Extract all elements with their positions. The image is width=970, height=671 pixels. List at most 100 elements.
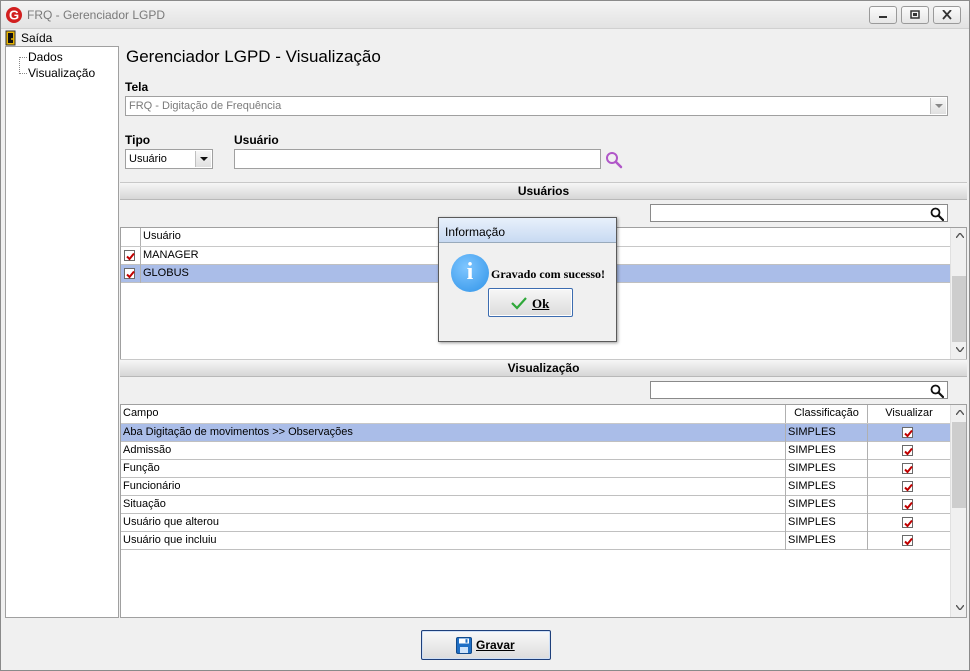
visualizacao-filter-input[interactable]	[650, 381, 948, 399]
tree-item-dados[interactable]: Dados	[28, 50, 63, 64]
navigation-tree: Dados Visualização	[5, 46, 119, 618]
row-visualizar-cell	[868, 424, 950, 442]
row-checkbox[interactable]	[124, 268, 135, 279]
checkmark-icon	[904, 447, 913, 456]
scroll-up-button[interactable]	[951, 228, 966, 245]
close-icon	[942, 10, 952, 20]
column-visualizar[interactable]: Visualizar	[868, 405, 950, 423]
tela-select-value: FRQ - Digitação de Frequência	[129, 100, 282, 112]
tela-select[interactable]: FRQ - Digitação de Frequência	[125, 96, 948, 116]
exit-door-icon	[5, 30, 16, 45]
usuario-input[interactable]	[234, 149, 601, 169]
scroll-down-button[interactable]	[951, 600, 966, 617]
save-button-label: Gravar	[476, 638, 515, 652]
restore-button[interactable]	[901, 6, 929, 24]
row-visualizar-cell	[868, 514, 950, 532]
chevron-down-icon	[199, 157, 208, 161]
visualizar-checkbox[interactable]	[902, 481, 913, 492]
table-row[interactable]: Aba Digitação de movimentos >> Observaçõ…	[121, 424, 950, 442]
tela-dropdown-button[interactable]	[930, 98, 946, 114]
row-classificacao: SIMPLES	[786, 478, 868, 496]
usuarios-scrollbar[interactable]	[950, 228, 966, 359]
usuario-label: Usuário	[234, 133, 279, 147]
scroll-thumb[interactable]	[952, 276, 966, 342]
row-classificacao: SIMPLES	[786, 442, 868, 460]
check-icon	[511, 297, 527, 310]
ok-button[interactable]: Ok	[488, 288, 573, 317]
info-icon: i	[451, 254, 489, 292]
scroll-thumb[interactable]	[952, 422, 966, 508]
row-campo: Situação	[121, 496, 786, 514]
table-row[interactable]: Funcionário SIMPLES	[121, 478, 950, 496]
tree-item-visualizacao[interactable]: Visualização	[28, 66, 95, 80]
chevron-down-icon	[955, 347, 964, 352]
checkmark-icon	[126, 270, 135, 279]
visualizar-checkbox[interactable]	[902, 427, 913, 438]
row-classificacao: SIMPLES	[786, 514, 868, 532]
restore-icon	[910, 10, 920, 19]
column-campo[interactable]: Campo	[121, 405, 786, 423]
visualizar-checkbox[interactable]	[902, 463, 913, 474]
row-campo: Usuário que alterou	[121, 514, 786, 532]
tipo-select-value: Usuário	[129, 153, 167, 165]
tree-connector	[19, 73, 27, 74]
visualizacao-scrollbar[interactable]	[950, 405, 966, 617]
title-bar[interactable]: G FRQ - Gerenciador LGPD	[1, 1, 969, 29]
minimize-button[interactable]	[869, 6, 897, 24]
tree-connector	[19, 57, 27, 58]
menu-bar: Saída	[1, 29, 969, 46]
row-checkbox[interactable]	[124, 250, 135, 261]
checkmark-icon	[904, 465, 913, 474]
checkmark-icon	[904, 501, 913, 510]
svg-text:G: G	[9, 8, 19, 23]
save-button[interactable]: Gravar	[421, 630, 551, 660]
row-check-cell	[121, 265, 141, 283]
visualizar-checkbox[interactable]	[902, 499, 913, 510]
row-visualizar-cell	[868, 478, 950, 496]
column-classificacao[interactable]: Classificação	[786, 405, 868, 423]
search-icon[interactable]	[930, 207, 944, 221]
row-classificacao: SIMPLES	[786, 424, 868, 442]
visualizar-checkbox[interactable]	[902, 535, 913, 546]
visualizacao-grid-header: Campo Classificação Visualizar	[121, 405, 950, 424]
table-row[interactable]: Usuário que incluiu SIMPLES	[121, 532, 950, 550]
usuarios-filter-input[interactable]	[650, 204, 948, 222]
ok-button-label: Ok	[532, 296, 550, 311]
table-row[interactable]: Admissão SIMPLES	[121, 442, 950, 460]
row-classificacao: SIMPLES	[786, 532, 868, 550]
row-visualizar-cell	[868, 442, 950, 460]
table-row[interactable]: Situação SIMPLES	[121, 496, 950, 514]
row-campo: Usuário que incluiu	[121, 532, 786, 550]
main-window: G FRQ - Gerenciador LGPD Saída Dados Vis…	[0, 0, 970, 671]
checkmark-icon	[904, 519, 913, 528]
tipo-label: Tipo	[125, 133, 151, 147]
tipo-dropdown-button[interactable]	[195, 151, 211, 167]
visualizacao-section-header: Visualização	[120, 359, 967, 377]
minimize-icon	[879, 16, 887, 18]
dialog-title-bar[interactable]: Informação	[439, 218, 616, 243]
checkmark-icon	[904, 483, 913, 492]
visualizacao-grid[interactable]: Campo Classificação Visualizar Aba Digit…	[120, 404, 967, 618]
menu-exit[interactable]: Saída	[5, 29, 52, 46]
usuarios-section-header: Usuários	[120, 182, 967, 200]
row-campo: Função	[121, 460, 786, 478]
search-icon[interactable]	[605, 151, 623, 169]
search-icon[interactable]	[930, 384, 944, 398]
tipo-select[interactable]: Usuário	[125, 149, 213, 169]
info-dialog: Informação i Gravado com sucesso! Ok	[438, 217, 617, 342]
visualizar-checkbox[interactable]	[902, 517, 913, 528]
table-row[interactable]: Usuário que alterou SIMPLES	[121, 514, 950, 532]
checkmark-icon	[904, 429, 913, 438]
row-visualizar-cell	[868, 460, 950, 478]
close-button[interactable]	[933, 6, 961, 24]
scroll-up-button[interactable]	[951, 405, 966, 422]
app-logo-icon: G	[6, 7, 22, 23]
row-visualizar-cell	[868, 532, 950, 550]
floppy-disk-icon	[456, 637, 472, 654]
tree-connector	[19, 57, 20, 74]
chevron-up-icon	[955, 233, 964, 238]
visualizar-checkbox[interactable]	[902, 445, 913, 456]
scroll-down-button[interactable]	[951, 342, 966, 359]
table-row[interactable]: Função SIMPLES	[121, 460, 950, 478]
row-campo: Admissão	[121, 442, 786, 460]
